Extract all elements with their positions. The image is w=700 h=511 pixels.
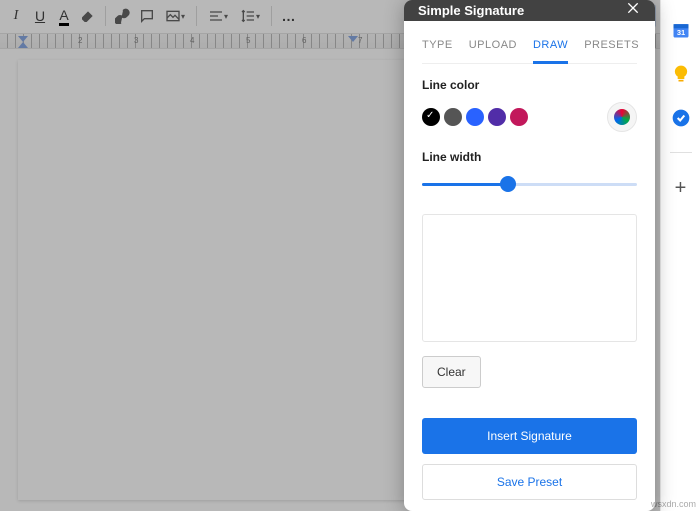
- rail-separator: [670, 152, 692, 153]
- color-grey[interactable]: [444, 108, 462, 126]
- close-icon: [625, 0, 641, 16]
- color-purple[interactable]: [488, 108, 506, 126]
- signature-panel: Simple Signature TYPE UPLOAD DRAW PRESET…: [404, 0, 655, 511]
- tab-draw[interactable]: DRAW: [533, 35, 568, 64]
- svg-text:31: 31: [676, 28, 684, 37]
- tab-presets[interactable]: PRESETS: [584, 35, 639, 63]
- color-swatches: [422, 102, 637, 132]
- insert-signature-button[interactable]: Insert Signature: [422, 418, 637, 454]
- close-button[interactable]: [625, 0, 641, 21]
- tab-upload[interactable]: UPLOAD: [469, 35, 517, 63]
- signature-canvas[interactable]: [422, 214, 637, 342]
- tasks-addon-icon[interactable]: [671, 108, 691, 128]
- side-panel-rail: 31 +: [660, 0, 700, 511]
- panel-header: Simple Signature: [404, 0, 655, 21]
- panel-title: Simple Signature: [418, 3, 625, 18]
- color-red[interactable]: [510, 108, 528, 126]
- color-picker-button[interactable]: [607, 102, 637, 132]
- keep-addon-icon[interactable]: [671, 64, 691, 84]
- save-preset-button[interactable]: Save Preset: [422, 464, 637, 500]
- tab-type[interactable]: TYPE: [422, 35, 453, 63]
- watermark: wsxdn.com: [651, 499, 696, 509]
- color-blue[interactable]: [466, 108, 484, 126]
- get-addons-button[interactable]: +: [675, 177, 687, 200]
- panel-tabs: TYPE UPLOAD DRAW PRESETS: [422, 35, 637, 64]
- calendar-addon-icon[interactable]: 31: [671, 20, 691, 40]
- clear-button[interactable]: Clear: [422, 356, 481, 388]
- line-width-slider[interactable]: [422, 174, 637, 194]
- color-black[interactable]: [422, 108, 440, 126]
- line-width-label: Line width: [422, 150, 637, 164]
- line-color-label: Line color: [422, 78, 637, 92]
